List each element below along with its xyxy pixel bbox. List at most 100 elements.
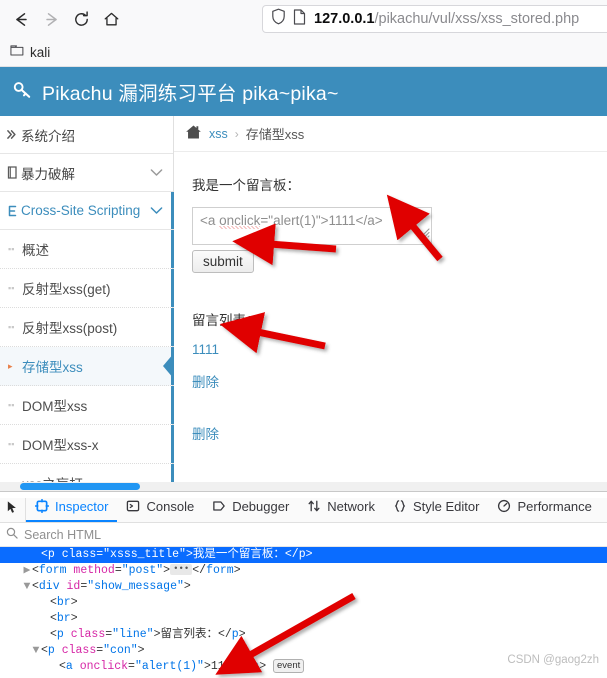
- markup-token-txt: 1111: [210, 660, 239, 674]
- event-badge[interactable]: event: [273, 659, 305, 673]
- message-delete-link-1[interactable]: 删除: [192, 371, 607, 391]
- page-horizontal-scrollbar[interactable]: [0, 482, 607, 491]
- main-content: xss › 存储型xss 我是一个留言板： <a onclick="alert(…: [174, 116, 607, 491]
- chevron-down-icon: [150, 203, 163, 218]
- sidebar-item-cross-site-scripting[interactable]: Cross-Site Scripting: [0, 192, 174, 230]
- tab-label: Network: [327, 498, 375, 514]
- bookmark-item-kali[interactable]: kali: [4, 42, 56, 62]
- markup-token-punc: <: [50, 628, 57, 641]
- double-chevron-icon: [6, 129, 19, 140]
- sidebar-subitem-label: 概述: [22, 243, 49, 258]
- reload-button[interactable]: [66, 4, 96, 34]
- breadcrumb-current: 存储型xss: [245, 127, 305, 142]
- markup-token-tag: br: [56, 596, 71, 609]
- sidebar-subitem-overview[interactable]: ▪▪ 概述: [0, 230, 174, 269]
- markup-token-punc: >: [137, 644, 145, 657]
- markup-token-val: "show_message": [87, 580, 184, 593]
- markup-line[interactable]: <br>: [0, 595, 607, 611]
- markup-line[interactable]: <p class="xsss_title">我是一个留言板：</p>: [0, 547, 607, 563]
- markup-token-tag: div: [38, 580, 60, 593]
- breadcrumb-separator: ›: [234, 126, 239, 141]
- message-list-title: 留言列表：: [192, 313, 260, 328]
- page-body: 系统介绍 暴力破解 Cross-Site Scripting ▪▪ 概述 ▪▪ …: [0, 116, 607, 491]
- markup-line[interactable]: ▶ <form method="post"> ••• </form>: [0, 563, 607, 579]
- markup-token-punc: <: [41, 548, 48, 561]
- tree-dot-icon: ▪▪: [8, 322, 15, 332]
- markup-token-punc: >: [305, 548, 313, 561]
- sidebar-item-label: 暴力破解: [21, 166, 75, 182]
- sidebar-subitem-reflected-xss-post[interactable]: ▪▪ 反射型xss(post): [0, 308, 174, 347]
- watermark: CSDN @gaog2zh: [507, 654, 599, 666]
- tree-dot-icon: ▪▪: [8, 439, 15, 449]
- address-bar[interactable]: 127.0.0.1/pikachu/vul/xss/xss_stored.php: [262, 5, 607, 33]
- markup-token-attr: id: [66, 580, 81, 593]
- markup-token-tag: p: [47, 644, 55, 657]
- tree-marker-icon: ▸: [8, 360, 13, 371]
- url-host: 127.0.0.1: [314, 11, 375, 27]
- devtools-search-bar[interactable]: Search HTML: [0, 523, 607, 547]
- sidebar-subitem-dom-xss-x[interactable]: ▪▪ DOM型xss-x: [0, 425, 174, 464]
- chevron-down-icon: [150, 165, 163, 180]
- markup-token-punc: <: [50, 596, 57, 609]
- tab-label: Style Editor: [412, 498, 480, 514]
- markup-token-attr: class: [61, 644, 97, 657]
- scrollbar-thumb[interactable]: [20, 483, 140, 490]
- markup-token-punc: [64, 628, 71, 641]
- shield-icon[interactable]: [271, 8, 286, 30]
- breadcrumb-link-xss[interactable]: xss: [209, 127, 228, 141]
- markup-token-val: "con": [103, 644, 138, 657]
- markup-token-punc: [55, 548, 62, 561]
- sidebar-item-brute-force[interactable]: 暴力破解: [0, 154, 173, 192]
- markup-token-punc: </: [238, 660, 253, 674]
- back-button[interactable]: [6, 4, 36, 34]
- markup-token-attr: class: [70, 628, 106, 641]
- search-placeholder: Search HTML: [24, 527, 102, 542]
- style-editor-icon: [393, 499, 407, 513]
- sidebar-item-system-intro[interactable]: 系统介绍: [0, 116, 173, 154]
- markup-token-punc: >: [238, 628, 246, 641]
- markup-token-punc: </: [192, 564, 207, 577]
- markup-line[interactable]: <br>: [0, 611, 607, 627]
- message-textarea[interactable]: [192, 207, 432, 245]
- home-button[interactable]: [96, 4, 126, 34]
- tab-label: Debugger: [232, 498, 290, 514]
- markup-token-tag: br: [56, 612, 71, 625]
- home-icon[interactable]: [185, 124, 202, 143]
- twisty-open-icon[interactable]: ▼: [31, 643, 41, 659]
- markup-token-tag: p: [47, 548, 55, 561]
- form-title: 我是一个留言板：: [192, 178, 300, 193]
- twisty-closed-icon[interactable]: ▶: [22, 563, 32, 579]
- sidebar-subitem-stored-xss[interactable]: ▸ 存储型xss: [0, 347, 174, 386]
- inspector-icon: [35, 499, 49, 513]
- url-path: /pikachu/vul/xss/xss_stored.php: [374, 11, 580, 27]
- sidebar-subitem-reflected-xss-get[interactable]: ▪▪ 反射型xss(get): [0, 269, 174, 308]
- tree-dot-icon: ▪▪: [8, 283, 15, 293]
- url-text: 127.0.0.1/pikachu/vul/xss/xss_stored.php: [314, 11, 579, 27]
- key-icon: [12, 79, 33, 105]
- message-delete-link-2[interactable]: 删除: [192, 423, 607, 443]
- back-arrow-icon: [15, 12, 27, 26]
- markup-token-attr: onclick: [79, 660, 129, 674]
- markup-token-punc: [73, 660, 80, 673]
- collapsed-children-icon[interactable]: •••: [170, 564, 193, 576]
- sidebar-subitem-dom-xss[interactable]: ▪▪ DOM型xss: [0, 386, 174, 425]
- message-entry-link[interactable]: 1111: [192, 342, 607, 357]
- sidebar-item-label: Cross-Site Scripting: [21, 203, 141, 218]
- markup-token-tag: a: [65, 660, 73, 674]
- console-icon: [126, 499, 140, 513]
- bookmark-label: kali: [30, 44, 51, 60]
- forward-button[interactable]: [36, 4, 66, 34]
- markup-line[interactable]: <p class="line">留言列表：</p>: [0, 627, 607, 643]
- tab-label: Inspector: [55, 498, 109, 514]
- markup-token-punc: >: [203, 660, 211, 674]
- devtools-panel: Inspector Console Debugger Network Style…: [0, 491, 607, 678]
- markup-token-txt: 我是一个留言板：: [192, 548, 285, 561]
- markup-line[interactable]: ▼ <div id="show_message">: [0, 579, 607, 595]
- markup-token-punc: >: [70, 612, 78, 625]
- twisty-open-icon[interactable]: ▼: [22, 579, 32, 595]
- resize-grip-icon[interactable]: [417, 225, 430, 243]
- markup-token-val: "alert(1)": [134, 660, 204, 674]
- submit-button[interactable]: submit: [192, 250, 254, 273]
- pikachu-page-header: Pikachu 漏洞练习平台 pika~pika~: [0, 67, 607, 116]
- debugger-icon: [212, 499, 226, 513]
